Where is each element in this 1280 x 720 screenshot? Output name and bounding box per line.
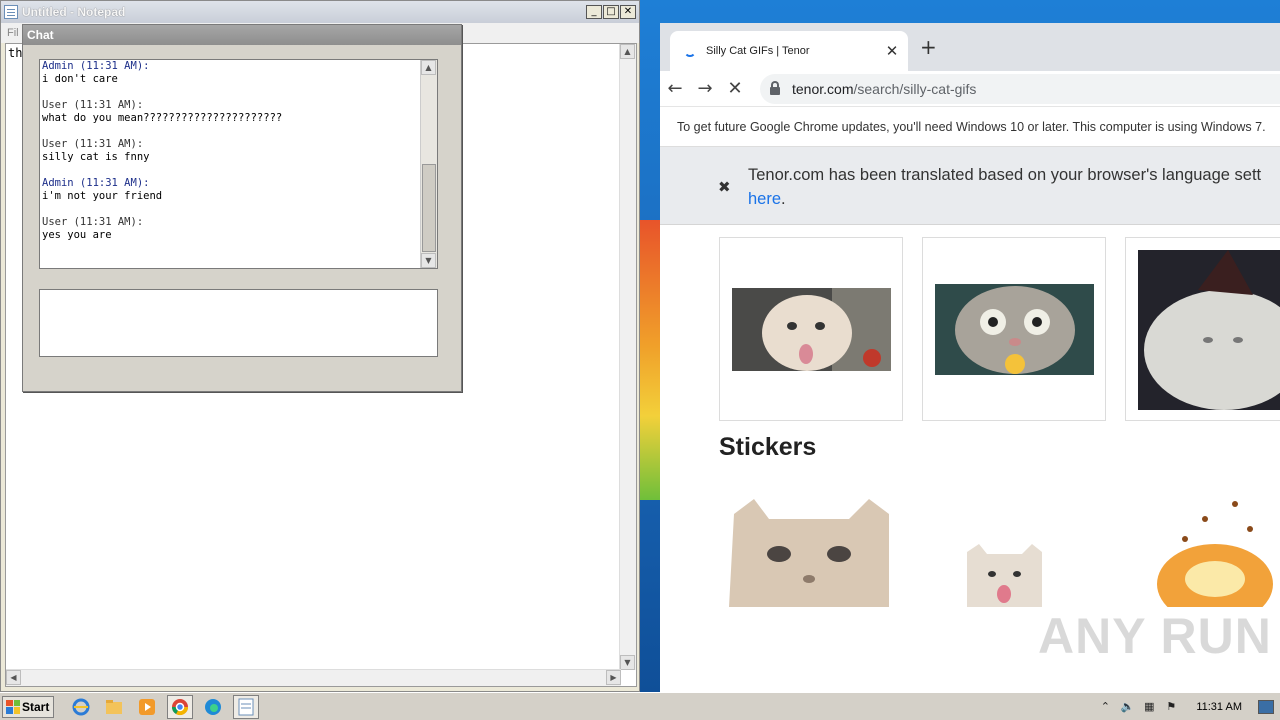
start-label: Start — [22, 699, 50, 714]
chat-message: User (11:31 AM): yes you are — [42, 216, 417, 242]
notepad-horizontal-scrollbar[interactable]: ◀ ▶ — [6, 669, 621, 686]
translation-message: Tenor.com has been translated based on y… — [748, 163, 1280, 211]
start-button[interactable]: Start — [2, 695, 54, 718]
translation-text: Tenor.com has been translated based on y… — [748, 166, 1262, 184]
chat-message: User (11:31 AM): silly cat is fnny — [42, 138, 417, 164]
ie-icon[interactable] — [68, 695, 94, 719]
tab-strip: Silly Cat GIFs | Tenor ✕ + — [660, 23, 1280, 71]
chat-scroll-thumb[interactable] — [422, 164, 436, 252]
cat-sticker-image — [967, 544, 1042, 607]
back-arrow-icon[interactable]: ← — [660, 78, 690, 99]
watermark: ANY RUN — [1038, 608, 1272, 664]
stop-loading-icon[interactable]: ✕ — [720, 78, 750, 99]
network-icon[interactable]: ▦ — [1142, 700, 1156, 714]
scroll-up-arrow-icon[interactable]: ▲ — [620, 44, 635, 59]
chat-message-body: what do you mean?????????????????????? — [42, 112, 283, 124]
show-desktop-icon[interactable] — [1258, 699, 1274, 714]
chrome-window: Silly Cat GIFs | Tenor ✕ + ← → ✕ tenor.c… — [660, 23, 1280, 692]
windows-logo-icon — [6, 699, 20, 714]
chat-title: Chat — [27, 28, 54, 42]
url-path: /search/silly-cat-gifs — [853, 80, 977, 97]
chat-message: User (11:31 AM): what do you mean????????… — [42, 99, 417, 125]
tab-close-icon[interactable]: ✕ — [882, 42, 902, 60]
new-tab-button[interactable]: + — [920, 35, 937, 59]
clock[interactable]: 11:31 AM — [1196, 701, 1242, 713]
chat-message-header: Admin (11:31 AM): — [42, 60, 150, 72]
gif-result-2[interactable] — [922, 237, 1106, 421]
scroll-down-arrow-icon[interactable]: ▼ — [620, 655, 635, 670]
chat-message-body: yes you are — [42, 229, 112, 241]
notepad-content: th — [8, 46, 23, 60]
gif-result-3[interactable] — [1125, 237, 1280, 421]
chat-message: Admin (11:31 AM): i'm not your friend — [42, 177, 417, 203]
cat-gif-image — [1138, 250, 1280, 410]
show-hidden-icons-icon[interactable]: ⌃ — [1098, 700, 1112, 714]
system-tray: ⌃ 🔈 ▦ ⚑ 11:31 AM — [1098, 699, 1280, 714]
translation-suffix: . — [781, 190, 786, 208]
chat-message-body: i'm not your friend — [42, 190, 163, 202]
scroll-down-arrow-icon[interactable]: ▼ — [421, 253, 436, 268]
lock-icon — [770, 80, 780, 95]
chat-message-header: User (11:31 AM): — [42, 138, 144, 150]
scroll-up-arrow-icon[interactable]: ▲ — [421, 60, 436, 75]
chat-log[interactable]: Admin (11:31 AM): i don't care User (11:31… — [39, 59, 438, 269]
sticker-result-3[interactable] — [1125, 489, 1280, 607]
notepad-vertical-scrollbar[interactable]: ▲ ▼ — [619, 44, 636, 670]
chat-message: Admin (11:31 AM): i don't care — [42, 60, 417, 86]
notepad-titlebar[interactable]: Untitled - Notepad _ □ ✕ — [1, 1, 639, 23]
edge-icon[interactable] — [200, 695, 226, 719]
update-infobar: To get future Google Chrome updates, you… — [660, 107, 1280, 147]
stickers-heading: Stickers — [719, 433, 817, 461]
loading-spinner-icon — [684, 45, 696, 57]
notepad-title: Untitled - Notepad — [22, 5, 126, 19]
chat-window: Chat Admin (11:31 AM): i don't care User (… — [22, 24, 462, 392]
explorer-icon[interactable] — [101, 695, 127, 719]
translation-link[interactable]: here — [748, 190, 781, 208]
infobar-text: To get future Google Chrome updates, you… — [677, 119, 1266, 134]
cat-gif-image — [732, 288, 891, 371]
browser-toolbar: ← → ✕ tenor.com/search/silly-cat-gifs — [660, 71, 1280, 107]
chrome-icon[interactable] — [167, 694, 193, 719]
gif-result-1[interactable] — [719, 237, 903, 421]
scroll-left-arrow-icon[interactable]: ◀ — [6, 670, 21, 685]
media-player-icon[interactable] — [134, 695, 160, 719]
sticker-result-1[interactable] — [719, 489, 903, 607]
taskbar: Start ⌃ 🔈 ▦ ⚑ 11:31 AM — [0, 692, 1280, 720]
notepad-icon[interactable] — [233, 694, 259, 719]
cat-sticker-image — [729, 499, 889, 607]
url-host: tenor.com — [792, 80, 854, 97]
volume-icon[interactable]: 🔈 — [1120, 700, 1134, 714]
address-bar[interactable]: tenor.com/search/silly-cat-gifs — [760, 73, 1280, 104]
chat-titlebar[interactable]: Chat — [23, 25, 461, 45]
menu-file[interactable]: Fil — [7, 27, 19, 39]
chat-message-body: i don't care — [42, 73, 118, 85]
tab-title: Silly Cat GIFs | Tenor — [706, 45, 810, 57]
chat-message-header: User (11:31 AM): — [42, 216, 144, 228]
minimize-button[interactable]: _ — [586, 5, 602, 19]
desktop-wallpaper-logo — [640, 220, 660, 500]
maximize-button[interactable]: □ — [603, 5, 619, 19]
forward-arrow-icon[interactable]: → — [690, 78, 720, 99]
cat-gif-image — [935, 284, 1094, 375]
scroll-right-arrow-icon[interactable]: ▶ — [606, 670, 621, 685]
chat-message-input[interactable] — [39, 289, 438, 357]
notepad-icon — [4, 5, 18, 19]
close-banner-icon[interactable]: ✖ — [718, 178, 731, 196]
chat-message-body: silly cat is fnny — [42, 151, 150, 163]
action-center-flag-icon[interactable]: ⚑ — [1164, 700, 1178, 714]
chat-message-header: Admin (11:31 AM): — [42, 177, 150, 189]
translation-banner: ✖ Tenor.com has been translated based on… — [660, 147, 1280, 225]
tab-tenor[interactable]: Silly Cat GIFs | Tenor ✕ — [670, 31, 908, 71]
chat-message-header: User (11:31 AM): — [42, 99, 144, 111]
chat-scrollbar[interactable]: ▲ ▼ — [420, 60, 437, 268]
chat-message-list: Admin (11:31 AM): i don't care User (11:31… — [42, 60, 417, 255]
sticker-result-2[interactable] — [922, 489, 1106, 607]
close-button[interactable]: ✕ — [620, 5, 636, 19]
fire-sticker-image — [1157, 501, 1273, 607]
